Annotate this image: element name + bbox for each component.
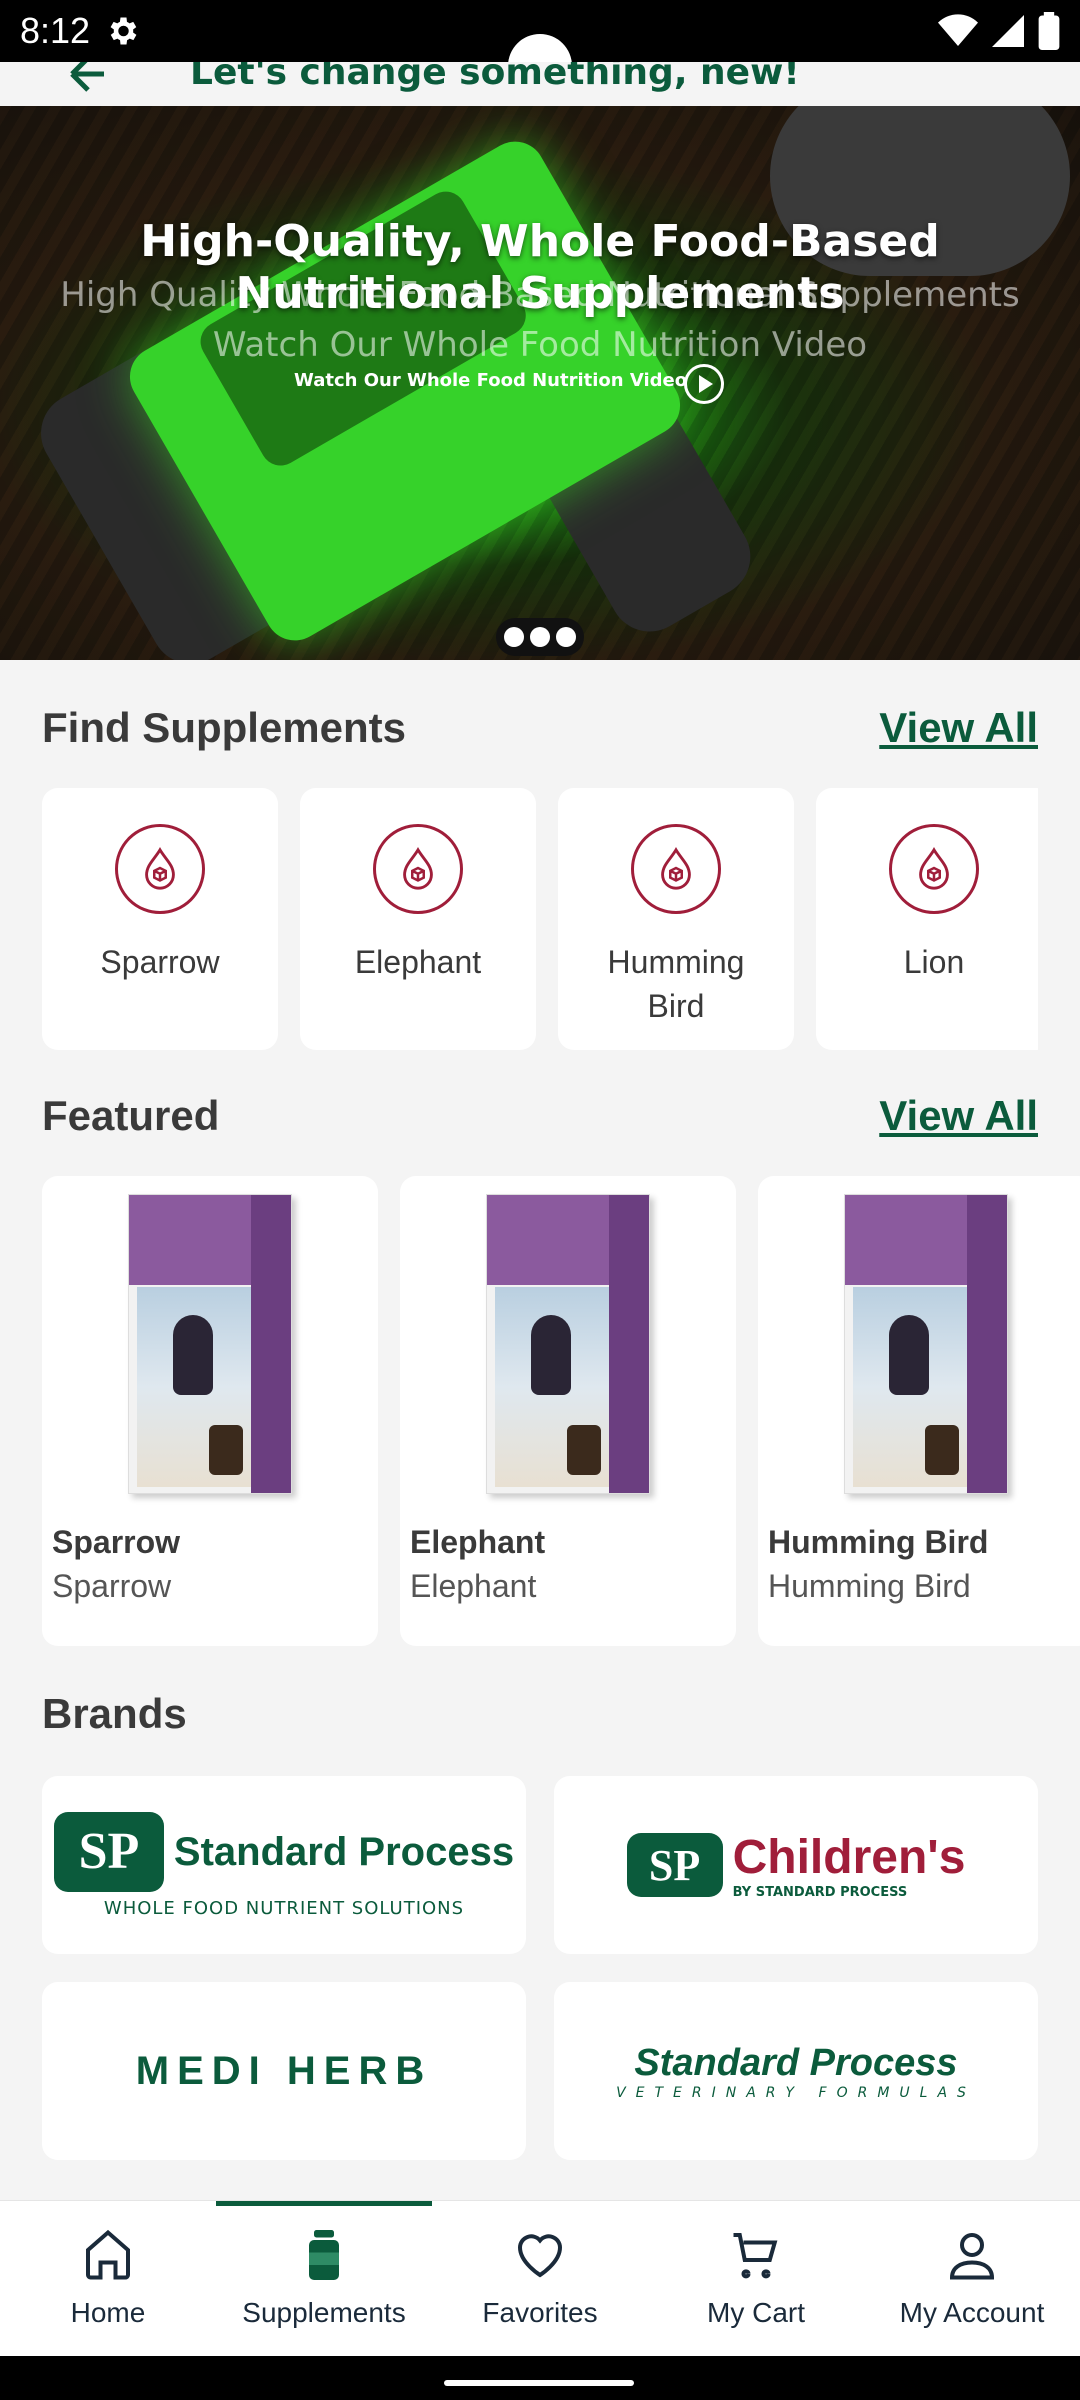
signal-icon xyxy=(992,15,1024,47)
carousel-dot[interactable] xyxy=(530,627,550,647)
nav-label: Supplements xyxy=(242,2297,406,2328)
carousel-dot[interactable] xyxy=(504,627,524,647)
product-name: Sparrow xyxy=(52,1524,181,1560)
header-title: Let's change something, new! xyxy=(190,62,800,93)
category-card[interactable]: Elephant xyxy=(300,788,536,1050)
carousel-dot[interactable] xyxy=(556,627,576,647)
category-card[interactable]: Sparrow xyxy=(42,788,278,1050)
brands-title: Brands xyxy=(42,1690,187,1737)
nav-account[interactable]: My Account xyxy=(864,2201,1080,2356)
nav-label: My Account xyxy=(899,2297,1045,2328)
product-image xyxy=(486,1194,650,1494)
user-icon xyxy=(949,2233,995,2280)
nav-home[interactable]: Home xyxy=(0,2201,216,2356)
category-label: Humming Bird xyxy=(607,944,745,1024)
find-supplements-title: Find Supplements xyxy=(42,704,407,751)
hero-banner[interactable]: High-Quality, Whole Food-Based Nutrition… xyxy=(0,106,1080,660)
category-label: Sparrow xyxy=(100,944,220,980)
status-time: 8:12 xyxy=(20,10,91,51)
product-subtitle: Humming Bird xyxy=(768,1568,971,1604)
home-gesture-pill[interactable] xyxy=(444,2380,634,2386)
video-link-label[interactable]: Watch Our Whole Food Nutrition Video xyxy=(294,370,687,391)
find-supplements-view-all[interactable]: View All xyxy=(879,704,1038,752)
settings-gear-icon xyxy=(110,17,137,45)
play-icon[interactable] xyxy=(684,364,724,404)
bottom-navigation: Home Supplements Favorites My Cart My Ac… xyxy=(0,2200,1080,2356)
brand-card-veterinary[interactable]: Standard Process VETERINARY FORMULAS xyxy=(554,1982,1038,2160)
brand-tagline: WHOLE FOOD NUTRIENT SOLUTIONS xyxy=(103,1897,465,1919)
veterinary-logo: Standard Process xyxy=(634,2041,958,2084)
product-card[interactable]: Elephant Elephant xyxy=(400,1176,736,1646)
nav-label: Favorites xyxy=(482,2297,598,2328)
product-card[interactable]: Sparrow Sparrow xyxy=(42,1176,378,1646)
childrens-logo: SP Children's BY STANDARD PROCESS xyxy=(626,1830,965,1900)
hero-subtitle: High Quality Whole Food-Based Nutritiona… xyxy=(60,275,1020,365)
app-header: Let's change something, new! xyxy=(0,62,1080,106)
brand-tagline: VETERINARY FORMULAS xyxy=(616,2084,976,2101)
mediherb-logo: MEDI HERB xyxy=(135,2048,433,2093)
brand-card-mediherb[interactable]: MEDI HERB xyxy=(42,1982,526,2160)
supplement-drop-icon xyxy=(373,824,463,914)
supplement-drop-icon xyxy=(631,824,721,914)
nav-supplements[interactable]: Supplements xyxy=(216,2201,432,2356)
category-label: Elephant xyxy=(354,944,482,980)
back-arrow-icon[interactable] xyxy=(64,62,112,98)
standard-process-logo: SP Standard Process xyxy=(53,1811,514,1892)
status-icons xyxy=(938,12,1060,50)
nav-cart[interactable]: My Cart xyxy=(648,2201,864,2356)
brand-grid: SP Standard Process WHOLE FOOD NUTRIENT … xyxy=(42,1776,1038,2160)
product-subtitle: Sparrow xyxy=(52,1568,172,1604)
heart-icon xyxy=(517,2234,563,2278)
product-name: Elephant xyxy=(410,1524,546,1560)
nav-label: Home xyxy=(70,2297,146,2328)
product-image xyxy=(128,1194,292,1494)
battery-icon xyxy=(1038,12,1060,50)
supplement-drop-icon xyxy=(889,824,979,914)
carousel-indicator xyxy=(496,618,584,656)
bottle-icon xyxy=(309,2230,339,2280)
featured-title: Featured xyxy=(42,1092,220,1139)
system-navigation-bar xyxy=(0,2356,1080,2400)
featured-product-list: Sparrow Sparrow Elephant Elephant Hummin… xyxy=(42,1176,1080,1648)
nav-label: My Cart xyxy=(707,2297,805,2328)
product-image xyxy=(844,1194,1008,1494)
category-card[interactable]: Lion xyxy=(816,788,1038,1050)
brand-card-standard-process[interactable]: SP Standard Process WHOLE FOOD NUTRIENT … xyxy=(42,1776,526,1954)
product-subtitle: Elephant xyxy=(410,1568,537,1604)
cart-icon xyxy=(733,2233,778,2279)
supplement-drop-icon xyxy=(115,824,205,914)
category-card[interactable]: Humming Bird xyxy=(558,788,794,1050)
category-label: Lion xyxy=(903,944,965,980)
supplement-category-list: Sparrow Elephant Humming Bird Lion xyxy=(42,788,1038,1050)
featured-view-all[interactable]: View All xyxy=(879,1092,1038,1140)
home-icon xyxy=(86,2229,130,2280)
product-name: Humming Bird xyxy=(768,1524,989,1560)
wifi-icon xyxy=(938,14,978,46)
brand-card-childrens[interactable]: SP Children's BY STANDARD PROCESS xyxy=(554,1776,1038,1954)
nav-favorites[interactable]: Favorites xyxy=(432,2201,648,2356)
product-card[interactable]: Humming Bird Humming Bird xyxy=(758,1176,1080,1646)
